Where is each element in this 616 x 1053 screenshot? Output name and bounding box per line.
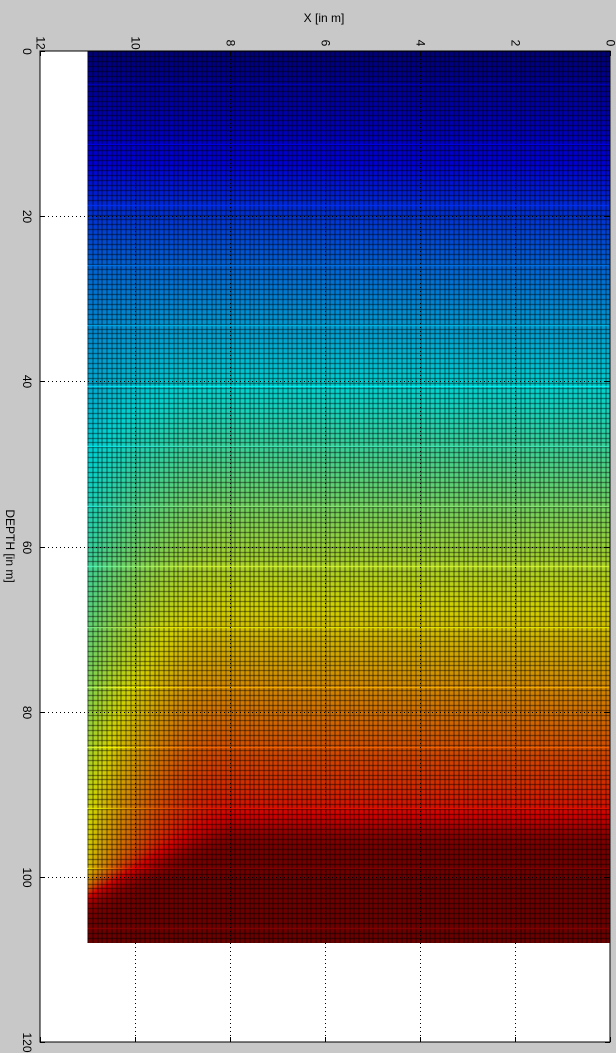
y-tick-label: 80 <box>20 706 34 720</box>
y-tick-label: 20 <box>20 210 34 224</box>
y-tick-label: 120 <box>20 1032 34 1052</box>
x-tick-label: 6 <box>319 40 333 47</box>
x-tick-label: 8 <box>224 40 238 47</box>
x-axis-title: X [in m] <box>304 11 345 25</box>
y-tick-label: 60 <box>20 541 34 555</box>
y-tick-label: 100 <box>20 867 34 887</box>
y-tick-label: 0 <box>20 48 34 55</box>
x-tick-label: 10 <box>129 36 143 50</box>
y-axis-title: DEPTH [in m] <box>3 509 17 582</box>
x-tick-label: 0 <box>604 40 616 47</box>
heatmap-mesh <box>87 51 611 943</box>
x-tick-label: 2 <box>509 40 523 47</box>
y-tick-label: 40 <box>20 375 34 389</box>
x-tick-label: 12 <box>34 36 48 50</box>
heatmap-figure: 024681012020406080100120 X [in m] DEPTH … <box>3 11 616 1053</box>
x-tick-label: 4 <box>414 40 428 47</box>
